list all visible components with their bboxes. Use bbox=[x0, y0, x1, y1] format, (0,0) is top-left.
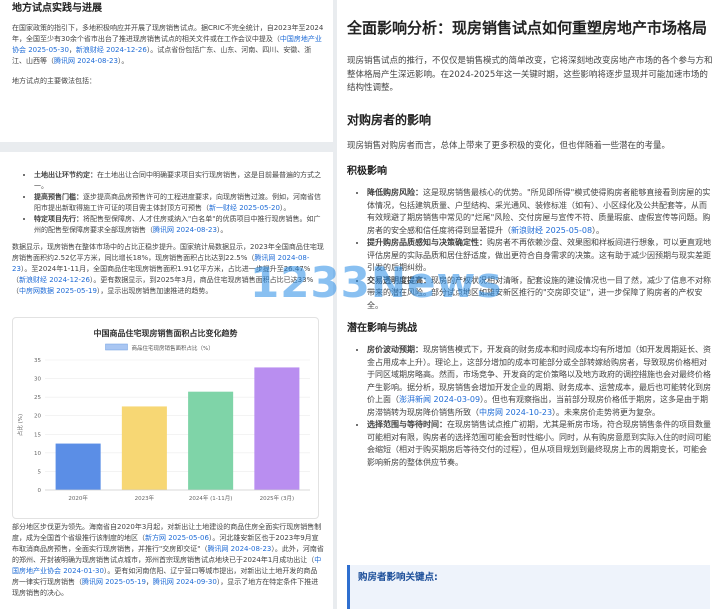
intro-paragraph: 现房销售试点的推行，不仅仅是销售模式的简单改变，它将深刻地改变房地产市场的各个参… bbox=[347, 56, 713, 93]
chart-card: 中国商品住宅现房销售面积占比变化趋势商品住宅现房销售面积占比（%） 0 5 10 15 2… bbox=[12, 317, 319, 519]
list-item: 选择范围与等待时间：在现房销售试点推广初期，尤其是新房市场，符合现房销售条件的项… bbox=[367, 419, 713, 469]
x-tick-label: 2020年 bbox=[68, 494, 88, 502]
bar-chart: 中国商品住宅现房销售面积占比变化趋势商品住宅现房销售面积占比（%） 0 5 10 15 2… bbox=[16, 328, 310, 502]
y-axis-label: 占比 (%) bbox=[16, 414, 24, 436]
section-heading: 地方试点实践与进展 bbox=[12, 3, 102, 14]
chart-title: 中国商品住宅现房销售面积占比变化趋势 bbox=[94, 328, 238, 338]
source-link[interactable]: 中房网 2024-10-23 bbox=[479, 408, 552, 417]
bar bbox=[121, 406, 167, 490]
list-item: 降低购房风险：这是现房销售最核心的优势。"所见即所得"模式使得购房者能够直接看到… bbox=[367, 187, 713, 237]
x-tick-label: 2023年 bbox=[135, 494, 155, 502]
subsection-heading: 潜在影响与挑战 bbox=[347, 323, 417, 334]
source-link[interactable]: 新浪财经 2024-12-26 bbox=[19, 276, 90, 284]
bar bbox=[55, 443, 101, 490]
practice-intro: 地方试点的主要做法包括： bbox=[12, 77, 96, 85]
section-heading: 对购房者的影响 bbox=[347, 112, 432, 127]
list-item: 提高预售门槛：逐步提高商品房预售许可的工程进度要求，向现房销售过渡。例如，河南省… bbox=[34, 192, 324, 214]
key-points-callout: 购房者影响关键点: bbox=[347, 565, 710, 609]
y-tick-label: 0 bbox=[38, 488, 42, 494]
practice-list: 土地出让环节约定：在土地出让合同中明确要求项目实行现房销售，这是目前最普遍的方式… bbox=[12, 170, 324, 236]
subsection-heading: 积极影响 bbox=[347, 166, 387, 177]
text: ）。 bbox=[117, 57, 129, 65]
data-paragraph: 数据显示，现房销售在整体市场中的占比正稳步提升。国家统计局数据显示，2023年全… bbox=[12, 243, 324, 295]
legend-swatch bbox=[105, 343, 128, 351]
callout-title: 购房者影响关键点: bbox=[358, 572, 438, 583]
left-column: 地方试点实践与进展 在国家政策的指引下，多地积极响应并开展了现房销售试点。据CR… bbox=[0, 0, 333, 609]
article-title: 全面影响分析：现房销售试点如何重塑房地产市场格局 bbox=[347, 19, 708, 37]
list-item: 交易透明度提高：现房的产权状况相对清晰，配套设施的建设情况也一目了然，减少了信息… bbox=[367, 275, 713, 313]
x-tick-label: 2025年 (3月) bbox=[260, 494, 295, 502]
x-tick-label: 2024年 (1-11月) bbox=[189, 494, 233, 502]
source-link[interactable]: 腾讯网 2024-09-30 bbox=[153, 578, 217, 586]
source-link[interactable]: 新浪财经 2024-12-26 bbox=[76, 46, 147, 54]
article-panel: 全面影响分析：现房销售试点如何重塑房地产市场格局 现房销售试点的推行，不仅仅是销… bbox=[337, 0, 720, 609]
list-item: 提升购房品质感知与决策确定性：购房者不再依赖沙盘、效果图和样板间进行想象，可以更… bbox=[367, 237, 713, 275]
y-tick-label: 35 bbox=[34, 358, 41, 364]
source-link[interactable]: 腾讯网 2024-08-23 bbox=[207, 545, 271, 553]
list-item: 特定项目先行：将配售型保障房、人才住房或纳入"白名单"的优质项目中推行现房销售。… bbox=[34, 214, 324, 236]
legend-label: 商品住宅现房销售面积占比（%） bbox=[132, 344, 214, 352]
source-link[interactable]: 腾讯网 2024-08-23 bbox=[54, 57, 118, 65]
regional-paragraph: 部分地区步伐更为领先。海南省自2020年3月起，对新出让土地建设的商品住房全面实… bbox=[12, 523, 324, 597]
source-link[interactable]: 中房网数据 2025-05-19 bbox=[19, 287, 97, 295]
source-link[interactable]: 澎湃新闻 2024-03-09 bbox=[399, 395, 480, 404]
list-item: 房价波动预期：现房销售模式下，开发商的财务成本和时间成本均有所增加（如开发周期延… bbox=[367, 344, 713, 419]
bar bbox=[188, 391, 234, 490]
y-tick-label: 15 bbox=[34, 432, 41, 438]
positive-list: 降低购房风险：这是现房销售最核心的优势。"所见即所得"模式使得购房者能够直接看到… bbox=[347, 187, 713, 312]
list-item: 土地出让环节约定：在土地出让合同中明确要求项目实行现房销售，这是目前最普遍的方式… bbox=[34, 170, 324, 192]
y-tick-label: 25 bbox=[34, 395, 41, 401]
source-link[interactable]: 新浪财经 2025-05-08 bbox=[511, 226, 592, 235]
text: 在国家政策的指引下，多地积极响应并开展了现房销售试点。据CRIC不完全统计，自2… bbox=[12, 24, 324, 43]
section-paragraph: 现房销售对购房者而言，总体上带来了更多积极的变化，但也伴随着一些潜在的考量。 bbox=[347, 140, 671, 151]
source-link[interactable]: 腾讯网 2024-08-23 bbox=[153, 226, 217, 234]
bar bbox=[254, 367, 300, 490]
y-tick-label: 30 bbox=[34, 377, 41, 383]
text: ， bbox=[68, 46, 76, 54]
left-bottom-panel: 土地出让环节约定：在土地出让合同中明确要求项目实行现房销售，这是目前最普遍的方式… bbox=[0, 152, 333, 609]
y-tick-label: 20 bbox=[34, 414, 41, 420]
source-link[interactable]: 新方网 2025-05-06 bbox=[145, 534, 209, 542]
source-link[interactable]: 腾讯网 2025-05-19 bbox=[82, 578, 146, 586]
y-tick-label: 10 bbox=[34, 451, 41, 457]
challenge-list: 房价波动预期：现房销售模式下，开发商的财务成本和时间成本均有所增加（如开发周期延… bbox=[347, 344, 713, 469]
source-link[interactable]: 新一财经 2025-05-20 bbox=[209, 204, 280, 212]
left-top-panel: 地方试点实践与进展 在国家政策的指引下，多地积极响应并开展了现房销售试点。据CR… bbox=[0, 0, 333, 142]
pilot-paragraph: 在国家政策的指引下，多地积极响应并开展了现房销售试点。据CRIC不完全统计，自2… bbox=[12, 23, 324, 67]
y-tick-label: 5 bbox=[38, 469, 42, 475]
